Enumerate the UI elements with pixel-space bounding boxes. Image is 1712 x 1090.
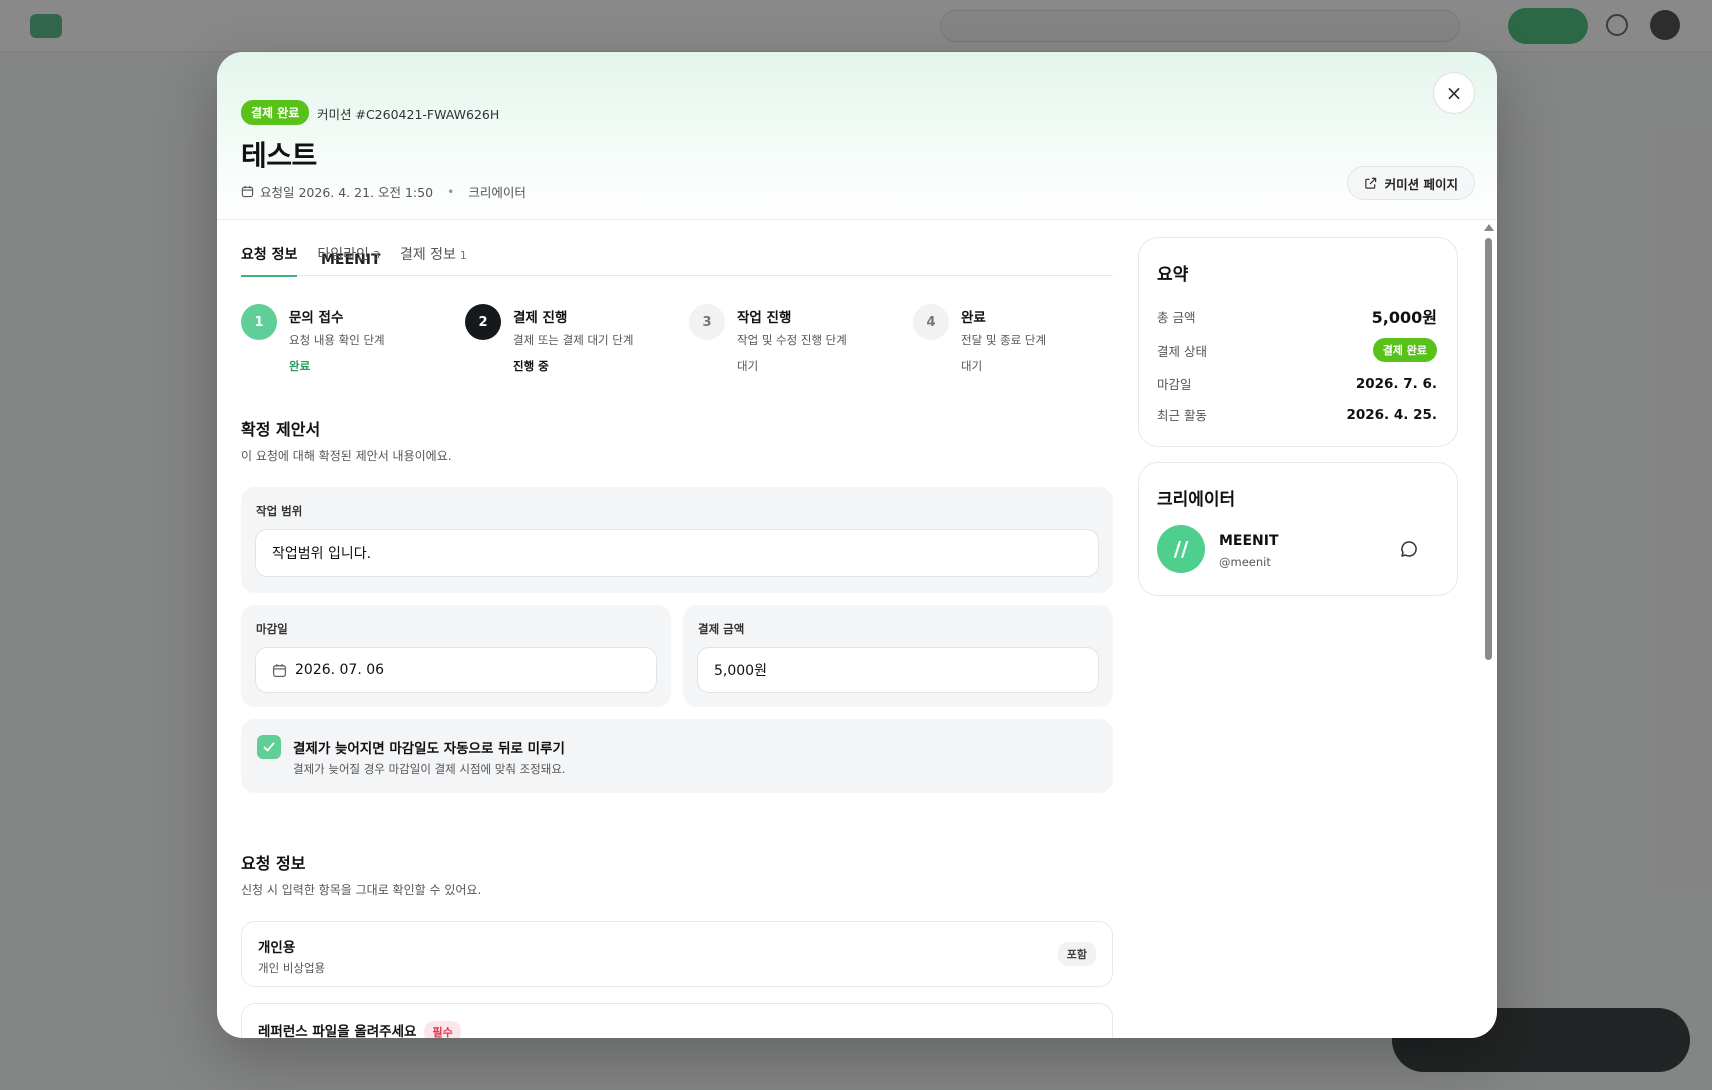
scrollbar-thumb[interactable] <box>1485 238 1492 660</box>
status-badge: 결제 완료 <box>1372 338 1437 362</box>
chat-icon[interactable] <box>1399 539 1419 559</box>
step-title: 결제 진행 <box>513 310 568 326</box>
step-number: 2 <box>465 304 501 340</box>
creator-card: 크리에이터 // MEENIT @meenit <box>1138 462 1458 596</box>
scope-value: 작업범위 입니다. <box>272 546 372 562</box>
progress-steps: 1 문의 접수 요청 내용 확인 단계 완료 2 결제 진행 결제 또는 결제 … <box>241 304 1141 374</box>
commission-modal: 결제 완료 커미션 #C260421-FWAW626H 테스트 요청일 2026… <box>217 52 1497 1038</box>
auto-delay-title: 결제가 늦어지면 마감일도 자동으로 뒤로 미루기 <box>293 741 565 757</box>
recent-activity-value: 2026. 4. 25. <box>1346 406 1437 423</box>
payment-status-label: 결제 상태 <box>1157 343 1207 359</box>
step-desc: 결제 또는 결제 대기 단계 <box>513 333 634 347</box>
info-item-title: 개인용 <box>258 940 296 956</box>
step-title: 작업 진행 <box>737 310 792 326</box>
request-info-title: 요청 정보 <box>241 854 306 873</box>
step-number: 1 <box>241 304 277 340</box>
step-status: 대기 <box>961 359 983 373</box>
avatar[interactable]: // <box>1157 525 1205 573</box>
step-inquiry: 1 문의 접수 요청 내용 확인 단계 완료 <box>241 304 465 374</box>
modal-header: 결제 완료 커미션 #C260421-FWAW626H 테스트 요청일 2026… <box>217 52 1497 268</box>
deadline-value: 2026. 7. 6. <box>1355 375 1437 392</box>
amount-value: 5,000원 <box>714 663 767 679</box>
summary-recent-row: 최근 활동 2026. 4. 25. <box>1157 405 1437 424</box>
summary-status-row: 결제 상태 결제 완료 <box>1157 338 1437 362</box>
auto-delay-option: 결제가 늦어지면 마감일도 자동으로 뒤로 미루기 결제가 늦어질 경우 마감일… <box>241 719 1113 793</box>
deadline-value: 2026. 07. 06 <box>295 662 385 678</box>
tab-payment-info[interactable]: 결제 정보 1 <box>400 236 467 276</box>
step-desc: 전달 및 종료 단계 <box>961 333 1047 347</box>
status-badge: 결제 완료 <box>241 100 310 125</box>
creator-label: 크리에이터 <box>468 185 526 200</box>
required-badge: 필수 <box>424 1021 461 1038</box>
commission-code: 커미션 #C260421-FWAW626H <box>317 107 500 122</box>
info-item-title-text: 레퍼런스 파일을 올려주세요 <box>258 1024 417 1038</box>
request-info-subtitle: 신청 시 입력한 항목을 그대로 확인할 수 있어요. <box>241 883 482 897</box>
summary-total-row: 총 금액 5,000원 <box>1157 304 1437 328</box>
info-item-desc: 개인 비상업용 <box>258 961 326 975</box>
scope-field[interactable]: 작업범위 입니다. <box>255 529 1099 577</box>
deadline-card: 마감일 2026. 07. 06 <box>241 605 671 707</box>
auto-delay-checkbox[interactable] <box>257 735 281 759</box>
step-desc: 요청 내용 확인 단계 <box>289 333 385 347</box>
request-meta: 요청일 2026. 4. 21. 오전 1:50 • 크리에이터 MEENIT <box>241 182 526 268</box>
creator-card-title: 크리에이터 <box>1157 490 1236 510</box>
tab-timeline[interactable]: 타임라인 3 <box>317 236 380 276</box>
external-link-icon <box>1364 177 1376 189</box>
calendar-icon <box>272 663 287 677</box>
request-date: 요청일 2026. 4. 21. 오전 1:50 <box>260 185 434 200</box>
step-status: 대기 <box>737 359 759 373</box>
scope-label: 작업 범위 <box>256 504 303 518</box>
close-icon: × <box>1445 81 1463 105</box>
step-desc: 작업 및 수정 진행 단계 <box>737 333 847 347</box>
summary-title: 요약 <box>1157 265 1189 285</box>
step-number: 3 <box>689 304 725 340</box>
included-badge: 포함 <box>1057 942 1096 966</box>
page-title: 테스트 <box>241 139 317 172</box>
proposal-title: 확정 제안서 <box>241 420 321 439</box>
step-payment: 2 결제 진행 결제 또는 결제 대기 단계 진행 중 <box>465 304 689 374</box>
meta-separator: • <box>447 184 455 199</box>
scope-card: 작업 범위 작업범위 입니다. <box>241 487 1113 593</box>
tab-label: 결제 정보 <box>399 247 456 263</box>
deadline-label: 마감일 <box>1157 377 1192 392</box>
step-title: 완료 <box>961 310 986 326</box>
deadline-field[interactable]: 2026. 07. 06 <box>255 647 657 693</box>
step-status: 완료 <box>289 359 311 373</box>
step-number: 4 <box>913 304 949 340</box>
info-item-title: 레퍼런스 파일을 올려주세요 필수 <box>258 1020 461 1038</box>
creator-handle: @meenit <box>1219 555 1271 569</box>
deadline-label: 마감일 <box>256 622 288 636</box>
close-button[interactable]: × <box>1433 72 1475 114</box>
step-complete: 4 완료 전달 및 종료 단계 대기 <box>913 304 1137 374</box>
step-work: 3 작업 진행 작업 및 수정 진행 단계 대기 <box>689 304 913 374</box>
tab-label: 요청 정보 <box>241 247 298 263</box>
recent-activity-label: 최근 활동 <box>1157 408 1207 423</box>
step-status: 진행 중 <box>513 359 549 373</box>
amount-label: 결제 금액 <box>698 622 745 636</box>
creator-logo-glyph: // <box>1173 537 1189 561</box>
summary-deadline-row: 마감일 2026. 7. 6. <box>1157 374 1437 393</box>
tab-request-info[interactable]: 요청 정보 <box>241 236 298 277</box>
step-title: 문의 접수 <box>289 310 344 326</box>
list-item: 레퍼런스 파일을 올려주세요 필수 <box>241 1003 1113 1038</box>
creator-card-name: MEENIT <box>1219 533 1279 549</box>
tab-count: 3 <box>372 249 380 262</box>
tab-bar: 요청 정보 타임라인 3 결제 정보 1 <box>241 236 1113 277</box>
proposal-subtitle: 이 요청에 대해 확정된 제안서 내용이에요. <box>241 449 452 463</box>
commission-page-label: 커미션 페이지 <box>1384 176 1458 192</box>
calendar-icon <box>241 185 254 198</box>
check-icon <box>263 742 275 752</box>
scroll-up-arrow-icon[interactable] <box>1484 224 1494 231</box>
commission-page-button[interactable]: 커미션 페이지 <box>1346 166 1475 200</box>
tab-count: 1 <box>459 249 467 262</box>
total-label: 총 금액 <box>1157 309 1196 325</box>
total-value: 5,000원 <box>1371 308 1437 327</box>
amount-field[interactable]: 5,000원 <box>697 647 1099 693</box>
list-item: 개인용 개인 비상업용 포함 <box>241 921 1113 987</box>
amount-card: 결제 금액 5,000원 <box>683 605 1113 707</box>
tab-label: 타임라인 <box>317 247 369 263</box>
auto-delay-desc: 결제가 늦어질 경우 마감일이 결제 시점에 맞춰 조정돼요. <box>293 762 566 776</box>
summary-card: 요약 총 금액 5,000원 결제 상태 결제 완료 마감일 2026. 7. … <box>1138 237 1458 447</box>
